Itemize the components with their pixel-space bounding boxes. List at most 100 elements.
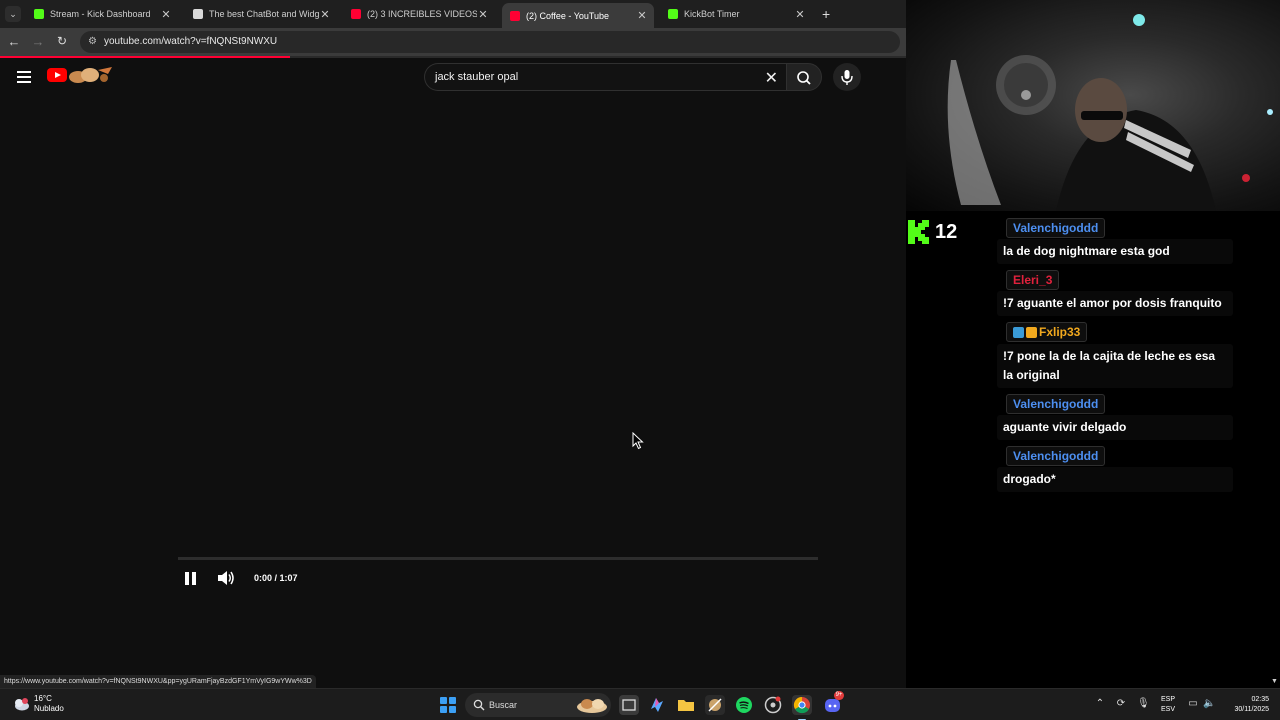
video-progress-bar[interactable] <box>178 557 818 560</box>
forward-icon[interactable]: → <box>30 34 46 49</box>
search-query: jack stauber opal <box>435 71 519 83</box>
taskbar-search[interactable]: Buscar <box>465 693 611 717</box>
task-view-icon[interactable] <box>619 695 639 715</box>
browser-tab[interactable]: (2) Coffee - YouTube ✕ <box>502 3 654 28</box>
site-info-icon[interactable]: ⚙ <box>88 36 97 47</box>
volume-icon[interactable] <box>217 570 235 586</box>
address-bar[interactable]: ⚙ youtube.com/watch?v=fNQNSt9NWXU <box>80 31 900 53</box>
search-highlight-icon <box>577 699 607 713</box>
clear-search-icon[interactable]: ✕ <box>765 68 778 88</box>
tab-favicon-icon <box>510 10 520 21</box>
url-text: youtube.com/watch?v=fNQNSt9NWXU <box>104 36 278 47</box>
chat-username: Valenchigoddd <box>1006 393 1106 414</box>
tab-close-icon[interactable]: ✕ <box>636 9 648 22</box>
chat-message: Eleri_3 !7 aguante el amor por dosis fran… <box>997 270 1233 316</box>
browser-toolbar: ← → ↻ ⚙ youtube.com/watch?v=fNQNSt9NWXU <box>0 28 906 56</box>
browser-tab[interactable]: (2) 3 INCREIBLES VIDEOS DE JA✕ <box>343 3 495 25</box>
chat-username-text: Valenchigoddd <box>1013 396 1099 411</box>
search-icon <box>797 71 811 85</box>
obs-studio-icon[interactable] <box>763 695 783 715</box>
tab-close-icon[interactable]: ✕ <box>794 8 806 21</box>
browser-window: ⌄ Stream - Kick Dashboard ✕ The best ChatB… <box>0 0 906 688</box>
voice-search-button[interactable] <box>833 63 861 91</box>
tab-search-button[interactable]: ⌄ <box>5 6 21 22</box>
tab-favicon-icon <box>668 9 678 19</box>
chat-message: Fxlip33 !7 pone la de la cajita de leche … <box>997 322 1233 388</box>
microphone-icon[interactable]: 🎙 <box>1137 698 1150 710</box>
windows-start-icon[interactable] <box>440 697 456 713</box>
browser-tab[interactable]: Stream - Kick Dashboard ✕ <box>26 3 178 25</box>
tab-close-icon[interactable]: ✕ <box>477 8 489 21</box>
tab-favicon-icon <box>193 9 203 19</box>
back-icon[interactable]: ← <box>6 34 22 49</box>
mouse-cursor-icon <box>632 432 644 450</box>
scroll-down-icon[interactable]: ▼ <box>1271 678 1278 685</box>
tab-favicon-icon <box>34 9 44 19</box>
tab-title: Stream - Kick Dashboard <box>50 9 151 19</box>
cloudy-weather-icon <box>15 698 29 711</box>
chat-message: Valenchigoddd la de dog nightmare esta go… <box>997 218 1233 264</box>
chat-message: Valenchigoddd aguante vivir delgado <box>997 393 1233 440</box>
chat-badge-icon <box>1026 326 1037 338</box>
chat-username: Fxlip33 <box>1006 322 1088 342</box>
show-hidden-icons-icon[interactable]: ⌃ <box>1094 698 1106 710</box>
chat-username: Eleri_3 <box>1006 270 1060 290</box>
weather-temp: 16°C <box>34 694 52 703</box>
weather-description: Nublado <box>34 704 64 713</box>
chrome-icon[interactable] <box>792 695 812 720</box>
chat-username-text: Valenchigoddd <box>1013 221 1099 235</box>
tab-title: KickBot Timer <box>684 9 740 19</box>
chat-username-text: Valenchigoddd <box>1013 448 1099 463</box>
browser-tab[interactable]: The best ChatBot and Widgets✕ <box>185 3 337 25</box>
chat-username: Valenchigoddd <box>1006 218 1106 238</box>
network-icon[interactable]: ▭ <box>1187 698 1199 710</box>
chat-badge-icon <box>1013 326 1024 338</box>
speaker-icon[interactable]: 🔈 <box>1203 698 1215 710</box>
chat-username: Valenchigoddd <box>1006 445 1106 466</box>
new-tab-button[interactable]: + <box>822 6 830 22</box>
taskbar-search-label: Buscar <box>489 700 518 710</box>
viewer-count: 12 <box>935 220 958 243</box>
tab-favicon-icon <box>351 9 361 19</box>
discord-icon[interactable]: 9+ <box>823 691 844 715</box>
youtube-logo[interactable] <box>47 68 67 82</box>
youtube-doodle-icon[interactable] <box>68 66 114 84</box>
copilot-icon[interactable] <box>647 695 667 715</box>
kick-logo-icon <box>908 220 929 244</box>
video-time: 0:00 / 1:07 <box>254 573 298 583</box>
webcam-image <box>947 14 1273 211</box>
sync-icon[interactable]: ⟳ <box>1115 698 1127 710</box>
chat-message-text: !7 pone la de la cajita de leche es esa … <box>997 343 1233 388</box>
chat-message: Valenchigoddd drogado* <box>997 445 1233 492</box>
clock-time: 02:35 <box>1251 696 1269 703</box>
link-hover-status: https://www.youtube.com/watch?v=fNQNSt9N… <box>0 675 316 688</box>
viewer-count-badge: 12 <box>907 218 957 246</box>
tab-close-icon[interactable]: ✕ <box>319 8 331 21</box>
discord-notification-badge: 9+ <box>834 691 844 700</box>
chat-username-text: Fxlip33 <box>1039 325 1081 339</box>
search-button[interactable] <box>786 63 822 91</box>
pause-icon[interactable] <box>184 572 198 585</box>
menu-icon[interactable] <box>17 71 31 83</box>
microphone-icon <box>841 70 853 85</box>
windows-taskbar: 16°C Nublado Buscar 9+ ⌃ ⟳ 🎙 ESP ESV ▭ 🔈… <box>0 688 1280 720</box>
chat-message-text: aguante vivir delgado <box>997 414 1233 440</box>
file-explorer-icon[interactable] <box>676 695 696 715</box>
game-app-icon[interactable] <box>705 695 725 715</box>
spotify-icon[interactable] <box>734 695 754 715</box>
input-language-indicator[interactable]: ESP ESV <box>1161 695 1175 715</box>
webcam-feed <box>906 0 1280 211</box>
browser-tab[interactable]: KickBot Timer ✕ <box>660 3 812 25</box>
chat-message-text: drogado* <box>997 466 1233 492</box>
tab-title: (2) 3 INCREIBLES VIDEOS DE JA <box>367 9 477 19</box>
search-icon <box>473 699 485 711</box>
reload-icon[interactable]: ↻ <box>54 34 70 48</box>
chat-message-text: la de dog nightmare esta god <box>997 239 1233 264</box>
system-clock[interactable]: 02:35 30/11/2025 <box>1225 695 1269 715</box>
weather-widget[interactable]: 16°C Nublado <box>12 694 64 714</box>
tab-close-icon[interactable]: ✕ <box>160 8 172 21</box>
search-input[interactable]: jack stauber opal ✕ <box>424 63 786 91</box>
tab-strip: ⌄ Stream - Kick Dashboard ✕ The best ChatB… <box>0 0 906 28</box>
chat-message-text: !7 aguante el amor por dosis franquito <box>997 291 1233 316</box>
chat-overlay: Valenchigoddd la de dog nightmare esta go… <box>997 218 1233 498</box>
